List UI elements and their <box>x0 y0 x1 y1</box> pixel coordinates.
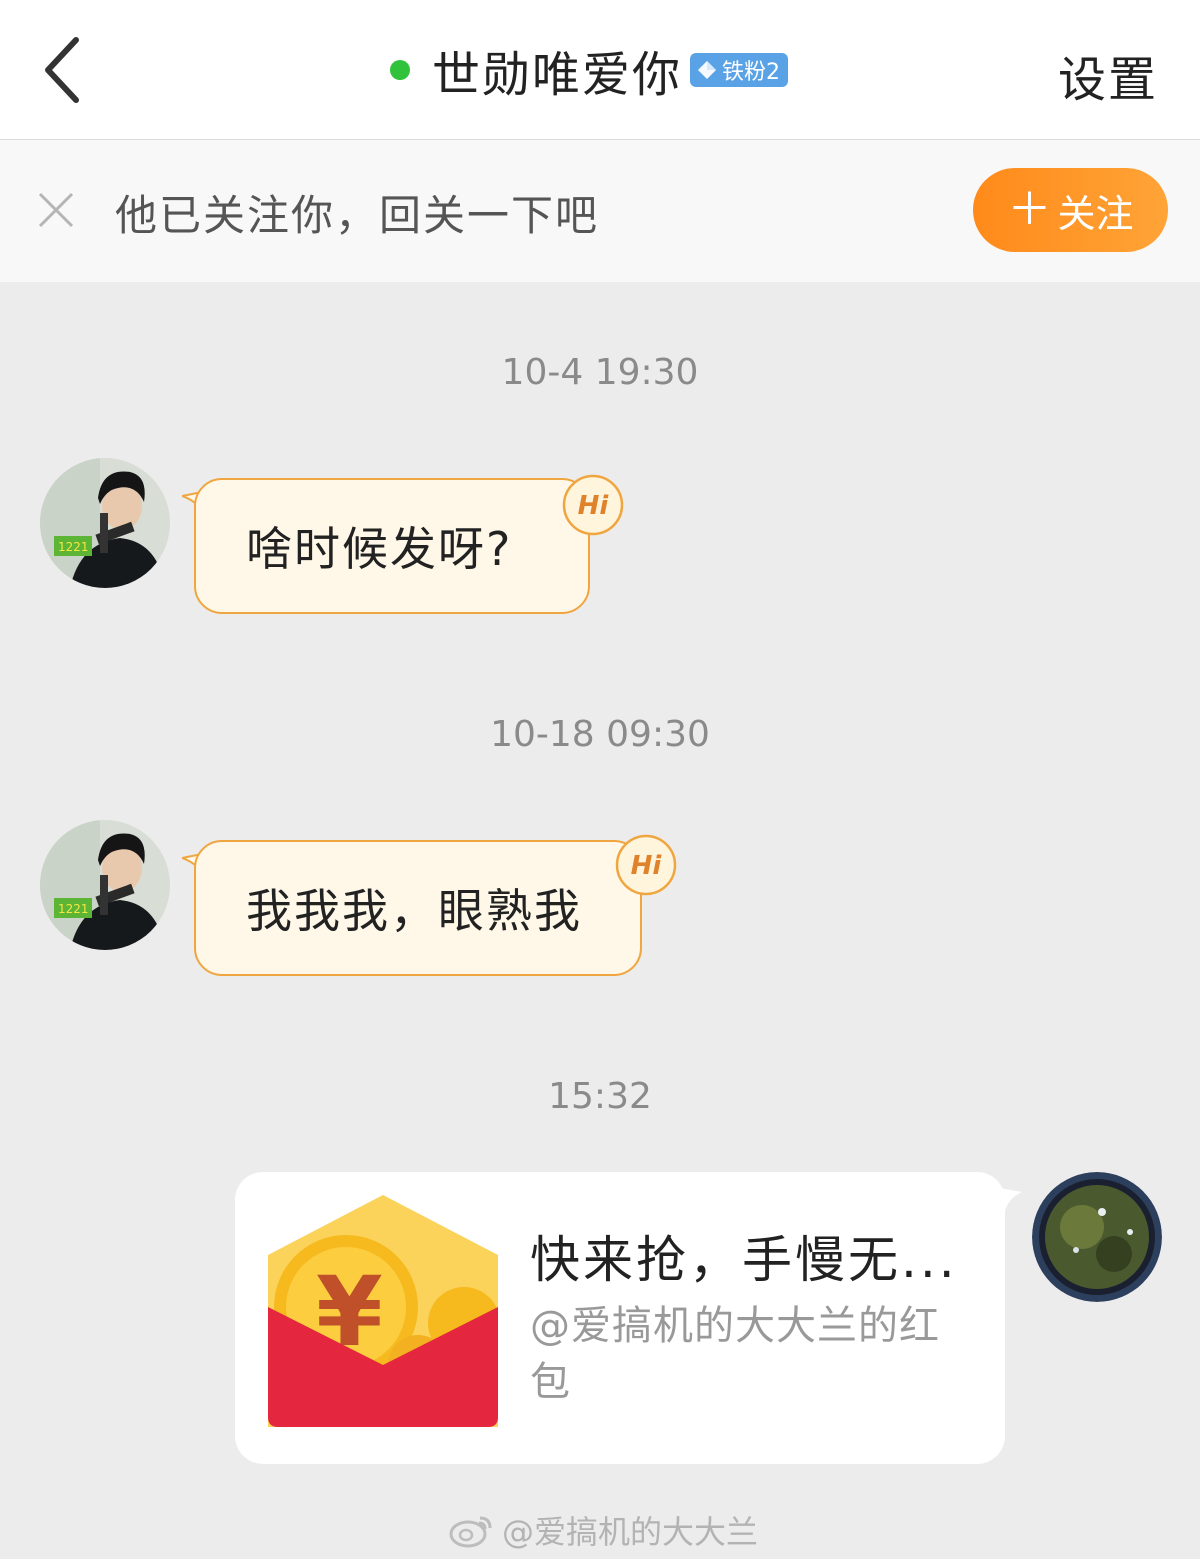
watermark-text: @爱搞机的大大兰 <box>502 1513 759 1551</box>
message-bubble[interactable]: 啥时候发呀? <box>194 478 590 614</box>
weibo-watermark: @爱搞机的大大兰 <box>448 1508 758 1552</box>
svg-text:1221: 1221 <box>58 902 89 916</box>
message-text: 我我我，眼熟我 <box>246 884 582 938</box>
hi-badge-icon: Hi <box>615 834 677 896</box>
chevron-left-icon <box>45 37 79 103</box>
red-packet-title: 快来抢，手慢无... <box>530 1231 958 1289</box>
sender-avatar[interactable]: 1221 <box>40 458 170 588</box>
avatar-image: 1221 <box>40 458 170 588</box>
my-avatar[interactable] <box>1032 1172 1162 1302</box>
settings-button[interactable]: 设置 <box>1058 40 1158 110</box>
chat-header: 世勋唯爱你 铁粉2 设置 <box>0 0 1200 140</box>
online-status-dot <box>390 60 410 80</box>
close-icon <box>38 192 74 228</box>
chat-title-group: 世勋唯爱你 铁粉2 <box>390 38 789 103</box>
diamond-icon <box>698 61 717 79</box>
avatar-image <box>1032 1172 1162 1302</box>
follow-back-prompt: 他已关注你，回关一下吧 <box>115 191 600 240</box>
follow-button[interactable]: ＋ 关注 <box>973 168 1168 252</box>
weibo-logo-icon <box>449 1516 492 1548</box>
red-packet-subtitle: @爱搞机的大大兰的红包 <box>530 1303 940 1405</box>
red-packet-icon: ¥ <box>268 1195 498 1427</box>
close-follow-bar-button[interactable] <box>36 190 76 230</box>
follow-button-label: 关注 <box>1057 191 1134 236</box>
svg-text:1221: 1221 <box>58 540 89 554</box>
message-timestamp: 10-18 09:30 <box>490 714 710 755</box>
hi-badge-icon: Hi <box>562 474 624 536</box>
avatar-image: 1221 <box>40 820 170 950</box>
fan-badge-label: 铁粉2 <box>722 60 781 85</box>
back-button[interactable] <box>30 30 100 110</box>
message-timestamp: 10-4 19:30 <box>501 352 699 393</box>
hi-badge-text: Hi <box>631 851 663 881</box>
sender-avatar[interactable]: 1221 <box>40 820 170 950</box>
plus-icon: ＋ <box>1007 184 1052 235</box>
message-bubble[interactable]: 我我我，眼熟我 <box>194 840 642 976</box>
message-timestamp: 15:32 <box>548 1076 652 1117</box>
card-tail <box>1000 1188 1022 1214</box>
message-text: 啥时候发呀? <box>246 522 513 576</box>
hi-badge-text: Hi <box>578 491 610 521</box>
chat-title: 世勋唯爱你 <box>432 47 683 103</box>
fan-level-badge: 铁粉2 <box>690 53 789 87</box>
